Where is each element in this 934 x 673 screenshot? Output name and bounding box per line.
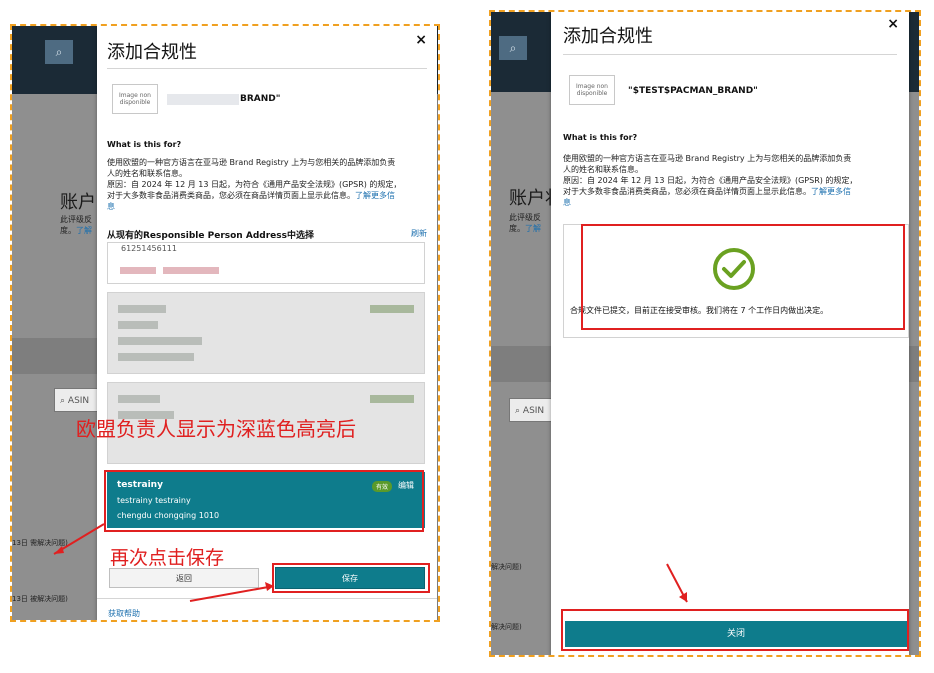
left-screenshot-panel: ⌕ 账户 此评级反 度。了解 ⌕ ASIN 13日 需解决问题) 13日 被解决… bbox=[10, 24, 440, 622]
annotation-arrows bbox=[53, 523, 275, 602]
right-screenshot-panel: ⌕ 账户状 此评级反 度。了解 ⌕ ASIN 解决问题) 解决问题) 添加合规性… bbox=[489, 10, 921, 657]
annotation-arrow bbox=[666, 563, 688, 603]
